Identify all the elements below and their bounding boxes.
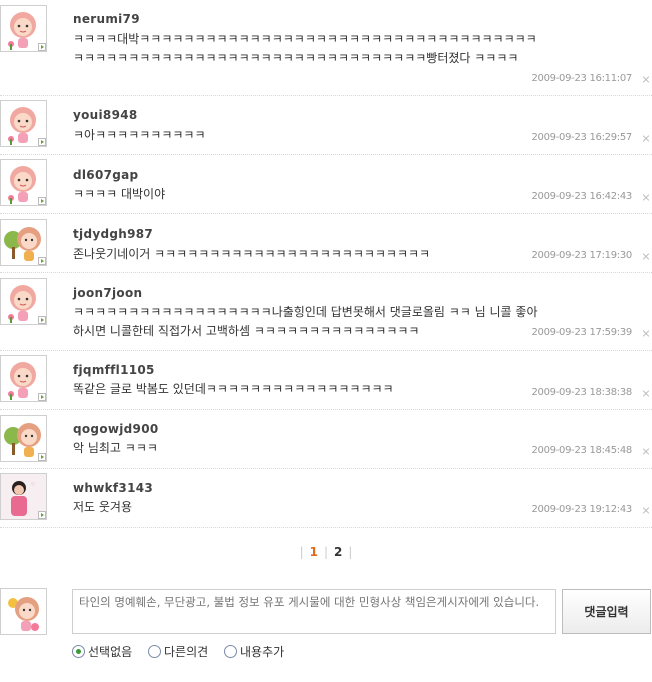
page-link[interactable]: 2: [334, 545, 342, 559]
comment-date: 2009-09-23 16:42:43: [531, 191, 632, 202]
avatar-tree-monkey-icon[interactable]: [0, 415, 47, 462]
comment-text: ㅋ아ㅋㅋㅋㅋㅋㅋㅋㅋㅋㅋ: [73, 128, 206, 142]
comment-text: 존나웃기네이거 ㅋㅋㅋㅋㅋㅋㅋㅋㅋㅋㅋㅋㅋㅋㅋㅋㅋㅋㅋㅋㅋㅋㅋㅋㅋ: [73, 247, 431, 261]
delete-icon[interactable]: [641, 193, 650, 202]
comment-input[interactable]: [72, 589, 556, 634]
comment-item: nerumi79 ㅋㅋㅋㅋ대박ㅋㅋㅋㅋㅋㅋㅋㅋㅋㅋㅋㅋㅋㅋㅋㅋㅋㅋㅋㅋㅋㅋㅋㅋㅋ…: [0, 0, 652, 96]
comment-author[interactable]: qogowjd900: [73, 422, 159, 436]
avatar-girl-monkey-icon[interactable]: [0, 100, 47, 147]
comment-item: youi8948 ㅋ아ㅋㅋㅋㅋㅋㅋㅋㅋㅋㅋ 2009-09-23 16:29:5…: [0, 96, 652, 155]
comment-author[interactable]: youi8948: [73, 108, 138, 122]
comment-text: 똑같은 글로 박봄도 있던데ㅋㅋㅋㅋㅋㅋㅋㅋㅋㅋㅋㅋㅋㅋㅋㅋㅋ: [73, 382, 394, 396]
my-avatar-icon: [0, 588, 47, 635]
comment-date: 2009-09-23 16:11:07: [531, 73, 632, 84]
comment-item: dl607gap ㅋㅋㅋㅋ 대박이야 2009-09-23 16:42:43: [0, 155, 652, 214]
pager-divider: |: [299, 545, 304, 559]
comment-type-options: 선택없음 다른의견 내용추가: [72, 643, 296, 660]
comment-date: 2009-09-23 19:12:43: [531, 504, 632, 515]
comment-item: ♡ whwkf3143 저도 웃겨용 2009-09-23 19:12:43: [0, 469, 652, 528]
delete-icon[interactable]: [641, 134, 650, 143]
comment-date: 2009-09-23 17:59:39: [531, 327, 632, 338]
comment-item: tjdydgh987 존나웃기네이거 ㅋㅋㅋㅋㅋㅋㅋㅋㅋㅋㅋㅋㅋㅋㅋㅋㅋㅋㅋㅋㅋ…: [0, 214, 652, 273]
comment-author[interactable]: dl607gap: [73, 168, 138, 182]
avatar-photo-icon[interactable]: ♡: [0, 473, 47, 520]
comment-text: 악 님최고 ㅋㅋㅋ: [73, 441, 158, 455]
pagination: | 1 | 2 |: [0, 545, 652, 559]
option-label: 선택없음: [88, 645, 133, 659]
comment-author[interactable]: fjqmffl1105: [73, 363, 155, 377]
radio-selected-icon[interactable]: [72, 645, 85, 658]
comment-date: 2009-09-23 16:29:57: [531, 132, 632, 143]
comment-text: ㅋㅋㅋㅋ대박ㅋㅋㅋㅋㅋㅋㅋㅋㅋㅋㅋㅋㅋㅋㅋㅋㅋㅋㅋㅋㅋㅋㅋㅋㅋㅋㅋㅋㅋㅋㅋㅋㅋㅋ…: [73, 32, 537, 65]
comment-text: ㅋㅋㅋㅋㅋㅋㅋㅋㅋㅋㅋㅋㅋㅋㅋㅋㅋㅋ나출힝인데 답변못해서 댓글로올림 ㅋㅋ 님…: [73, 305, 538, 338]
pager-divider: |: [348, 545, 353, 559]
comment-date: 2009-09-23 18:45:48: [531, 445, 632, 456]
comment-text: 저도 웃겨용: [73, 500, 133, 514]
avatar-tree-monkey-icon[interactable]: [0, 219, 47, 266]
pager-divider: |: [323, 545, 329, 559]
avatar-girl-monkey-icon[interactable]: [0, 159, 47, 206]
option-add-content[interactable]: 내용추가: [224, 643, 284, 660]
delete-icon[interactable]: [641, 447, 650, 456]
delete-icon[interactable]: [641, 506, 650, 515]
option-other-opinion[interactable]: 다른의견: [148, 643, 208, 660]
comment-date: 2009-09-23 18:38:38: [531, 387, 632, 398]
comment-item: fjqmffl1105 똑같은 글로 박봄도 있던데ㅋㅋㅋㅋㅋㅋㅋㅋㅋㅋㅋㅋㅋㅋ…: [0, 351, 652, 410]
avatar-girl-monkey-icon[interactable]: [0, 278, 47, 325]
radio-icon[interactable]: [148, 645, 161, 658]
comment-author[interactable]: whwkf3143: [73, 481, 153, 495]
page-current: 1: [309, 545, 318, 559]
svg-text:♡: ♡: [31, 482, 35, 488]
delete-icon[interactable]: [641, 389, 650, 398]
delete-icon[interactable]: [641, 329, 650, 338]
comment-author[interactable]: tjdydgh987: [73, 227, 153, 241]
radio-icon[interactable]: [224, 645, 237, 658]
avatar-girl-monkey-icon[interactable]: [0, 5, 47, 52]
option-label: 내용추가: [240, 645, 285, 659]
comment-text: ㅋㅋㅋㅋ 대박이야: [73, 187, 166, 201]
comment-item: joon7joon ㅋㅋㅋㅋㅋㅋㅋㅋㅋㅋㅋㅋㅋㅋㅋㅋㅋㅋ나출힝인데 답변못해서 …: [0, 273, 652, 351]
comment-author[interactable]: joon7joon: [73, 286, 142, 300]
option-none[interactable]: 선택없음: [72, 643, 132, 660]
comment-author[interactable]: nerumi79: [73, 12, 140, 26]
delete-icon[interactable]: [641, 252, 650, 261]
avatar-girl-monkey-icon[interactable]: [0, 355, 47, 402]
submit-comment-button[interactable]: 댓글입력: [562, 589, 651, 634]
delete-icon[interactable]: [641, 75, 650, 84]
comment-date: 2009-09-23 17:19:30: [531, 250, 632, 261]
comment-item: qogowjd900 악 님최고 ㅋㅋㅋ 2009-09-23 18:45:48: [0, 410, 652, 469]
option-label: 다른의견: [164, 645, 209, 659]
